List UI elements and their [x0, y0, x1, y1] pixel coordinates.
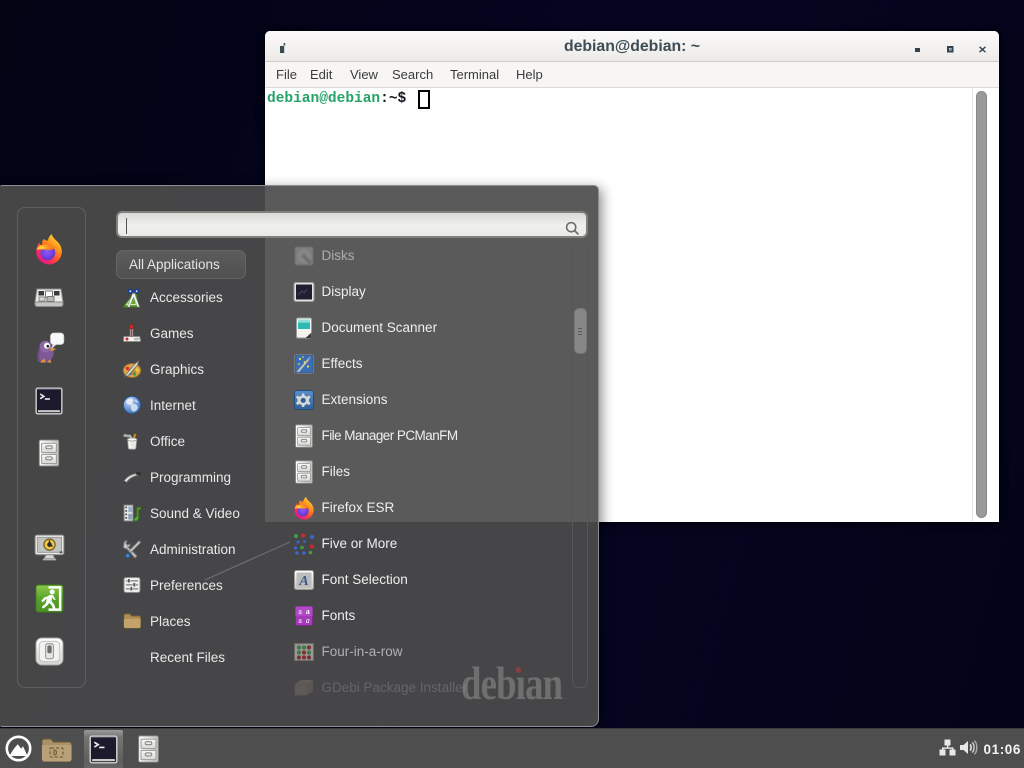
svg-text:a: a — [298, 607, 302, 616]
svg-text:A: A — [298, 574, 308, 589]
svg-text:a: a — [298, 616, 302, 625]
svg-text:a: a — [306, 616, 310, 625]
svg-text:a: a — [306, 607, 310, 616]
